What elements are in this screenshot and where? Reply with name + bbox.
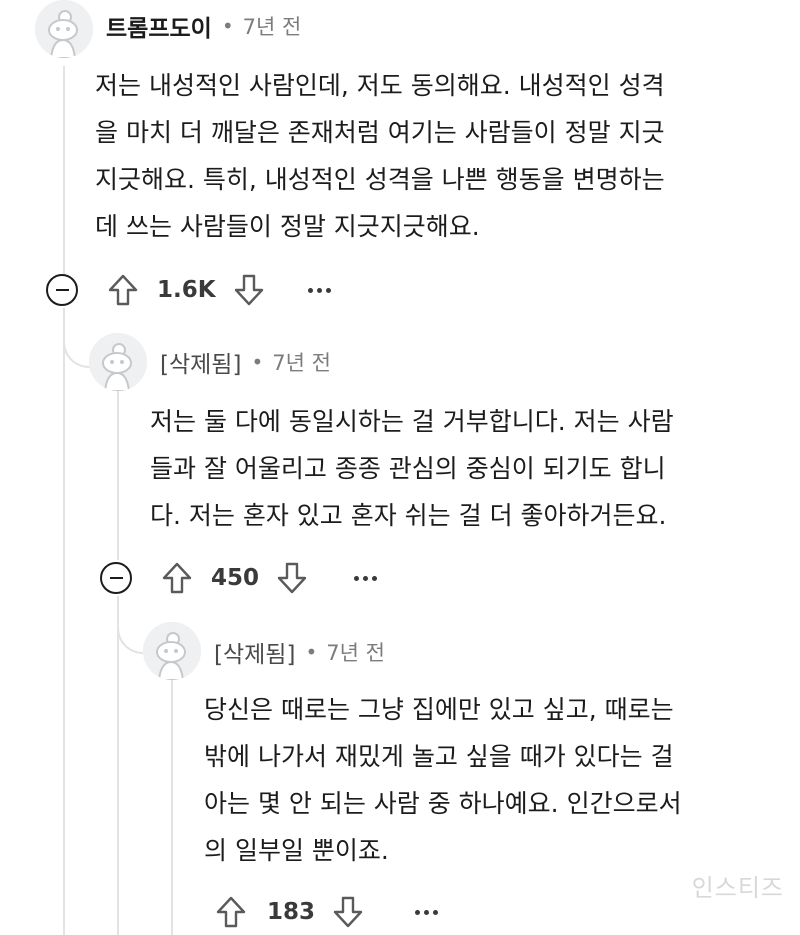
- upvote-arrow-icon[interactable]: [214, 894, 248, 930]
- watermark: 인스티즈: [691, 874, 784, 902]
- collapse-minus-icon[interactable]: [100, 562, 132, 594]
- comment-meta: [삭제됨] • 7년 전: [160, 345, 331, 379]
- thread-line: [117, 390, 119, 560]
- more-options-icon[interactable]: [415, 909, 439, 915]
- comment-meta: 트롬프도이 • 7년 전: [106, 9, 301, 43]
- collapse-minus-icon[interactable]: [46, 274, 78, 306]
- thread-line: [63, 308, 65, 935]
- meta-separator: •: [305, 640, 318, 664]
- comment-actions: 450: [100, 556, 378, 600]
- upvote-arrow-icon[interactable]: [160, 560, 194, 596]
- upvote-arrow-icon[interactable]: [106, 272, 140, 308]
- thread-line: [171, 680, 173, 935]
- vote-score: 450: [211, 565, 260, 591]
- comment-body: 저는 내성적인 사람인데, 저도 동의해요. 내성적인 성격 을 마치 더 깨달…: [95, 71, 665, 241]
- thread-line: [117, 596, 119, 935]
- downvote-arrow-icon[interactable]: [275, 560, 309, 596]
- meta-separator: •: [221, 14, 234, 38]
- more-options-icon[interactable]: [354, 575, 378, 581]
- comment-body: 저는 둘 다에 동일시하는 걸 거부합니다. 저는 사람 들과 잘 어울리고 종…: [150, 407, 674, 530]
- avatar[interactable]: [89, 333, 147, 391]
- comment-time: 7년 전: [326, 641, 385, 665]
- comment-actions: 1.6K: [46, 268, 331, 312]
- downvote-arrow-icon[interactable]: [232, 272, 266, 308]
- reddit-snoo-avatar-icon: [143, 622, 201, 680]
- vote-score: 183: [267, 899, 316, 925]
- comment-meta: [삭제됨] • 7년 전: [214, 635, 385, 669]
- vote-score: 1.6K: [157, 277, 216, 303]
- comment-time: 7년 전: [272, 351, 331, 375]
- meta-separator: •: [251, 350, 264, 374]
- comment-actions: 183: [214, 890, 439, 934]
- avatar[interactable]: [143, 622, 201, 680]
- comment-author: [삭제됨]: [214, 642, 296, 668]
- reddit-snoo-avatar-icon: [35, 0, 93, 58]
- thread-connector: [63, 308, 91, 368]
- thread-line: [63, 66, 65, 274]
- comment-author: [삭제됨]: [160, 352, 242, 378]
- thread-connector: [117, 596, 145, 654]
- comment-body: 당신은 때로는 그냥 집에만 있고 싶고, 때로는 밖에 나가서 재밌게 놀고 …: [204, 695, 682, 865]
- reddit-snoo-avatar-icon: [89, 333, 147, 391]
- avatar[interactable]: [35, 0, 93, 58]
- downvote-arrow-icon[interactable]: [331, 894, 365, 930]
- comment-author[interactable]: 트롬프도이: [106, 9, 212, 43]
- comment-time: 7년 전: [242, 15, 302, 39]
- more-options-icon[interactable]: [307, 287, 331, 293]
